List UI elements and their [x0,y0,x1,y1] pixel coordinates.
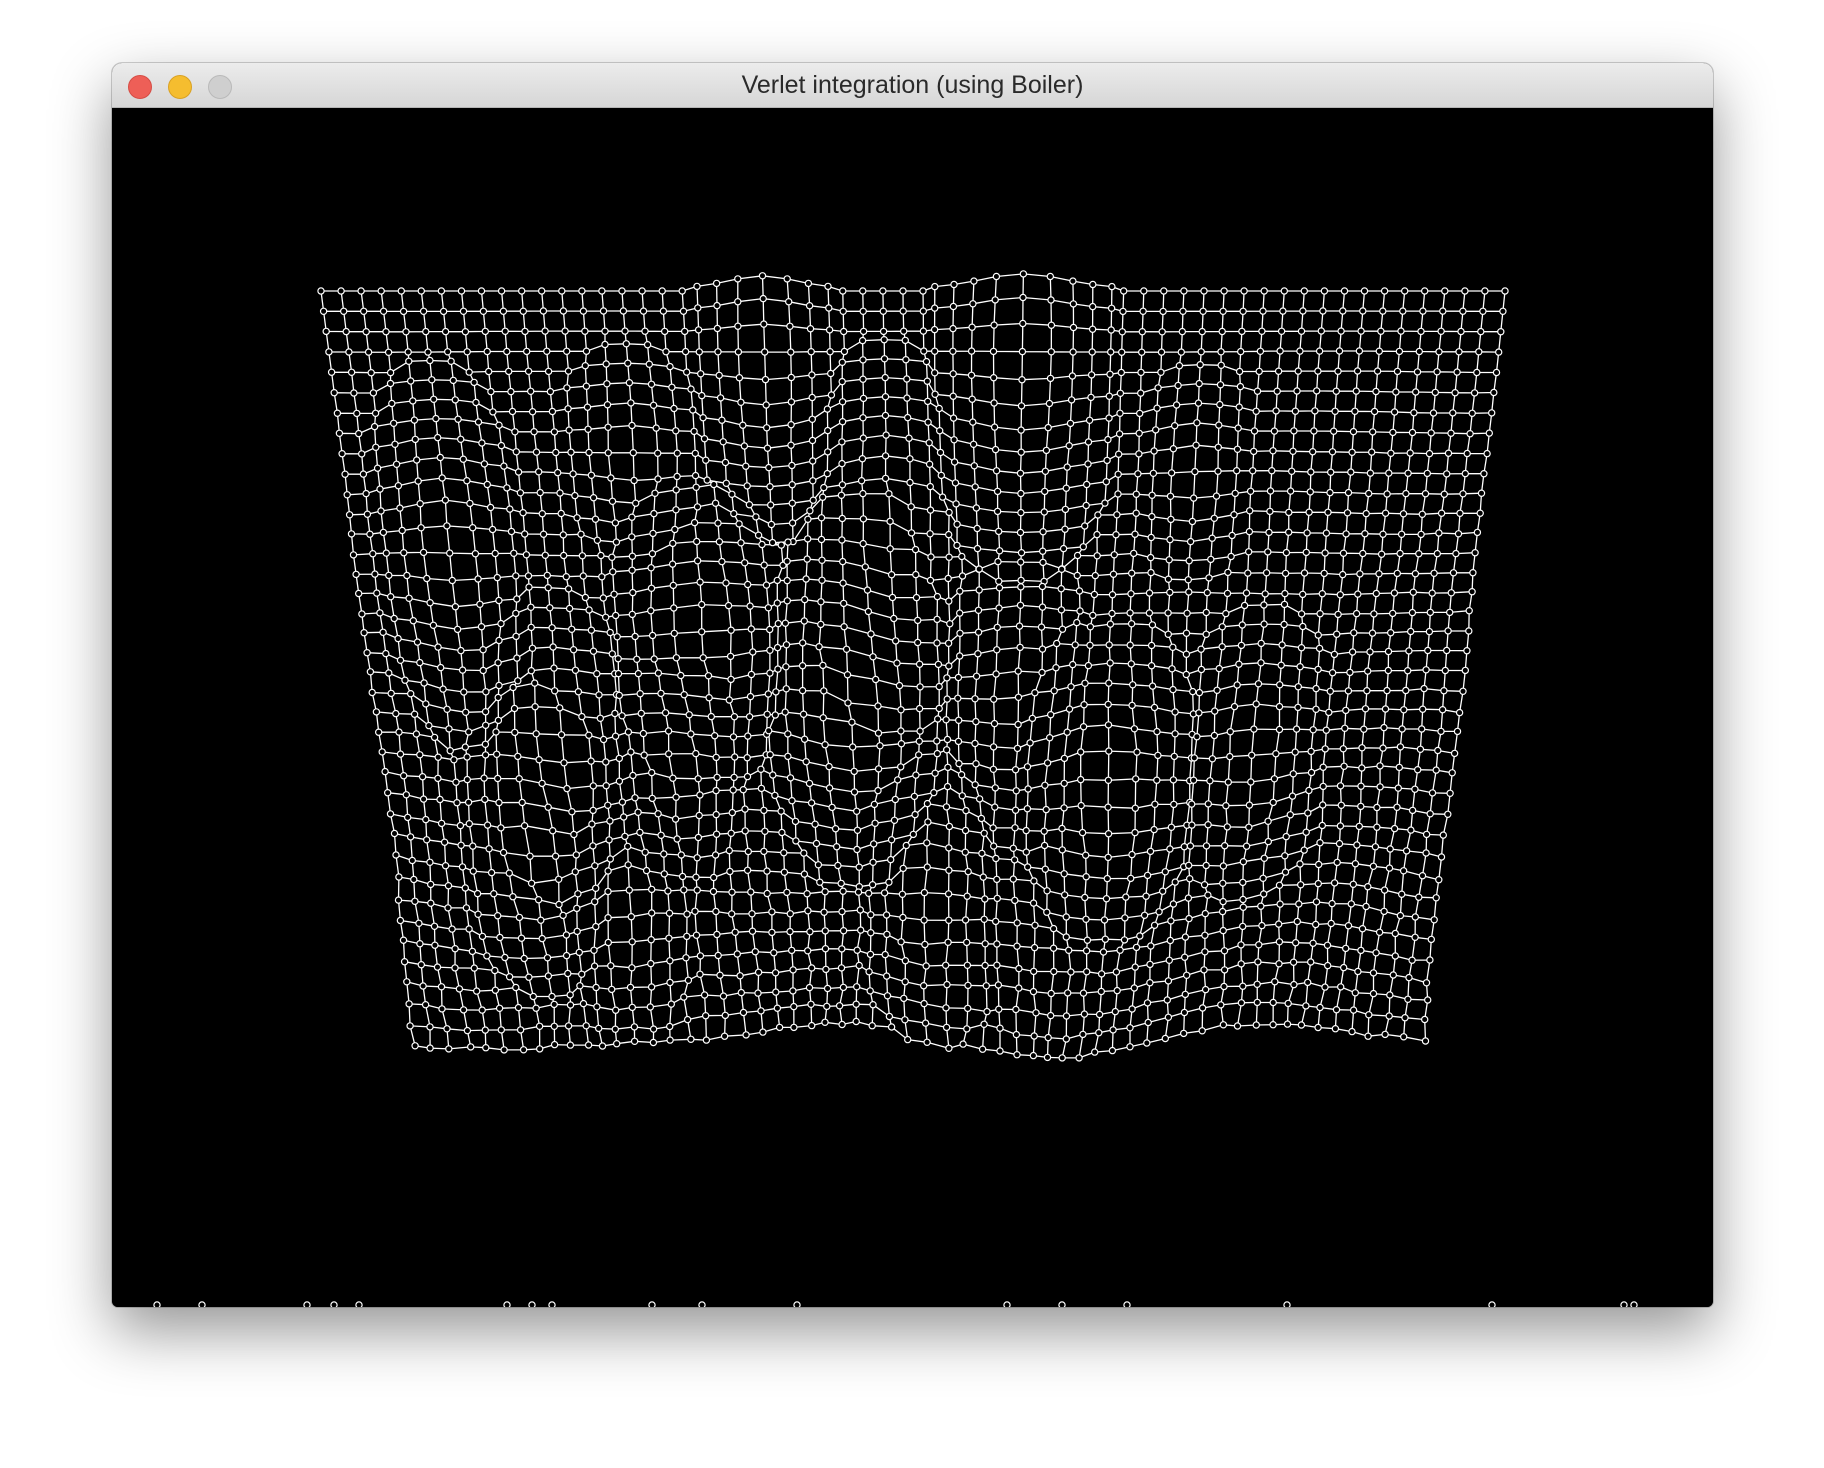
simulation-canvas[interactable] [112,108,1713,1307]
fallen-particles [153,1301,1638,1307]
app-window: Verlet integration (using Boiler) [112,63,1713,1307]
cloth-mesh [153,270,1638,1307]
title-bar[interactable]: Verlet integration (using Boiler) [112,63,1713,108]
window-title: Verlet integration (using Boiler) [741,71,1084,99]
cloth-particles [317,270,1509,1062]
